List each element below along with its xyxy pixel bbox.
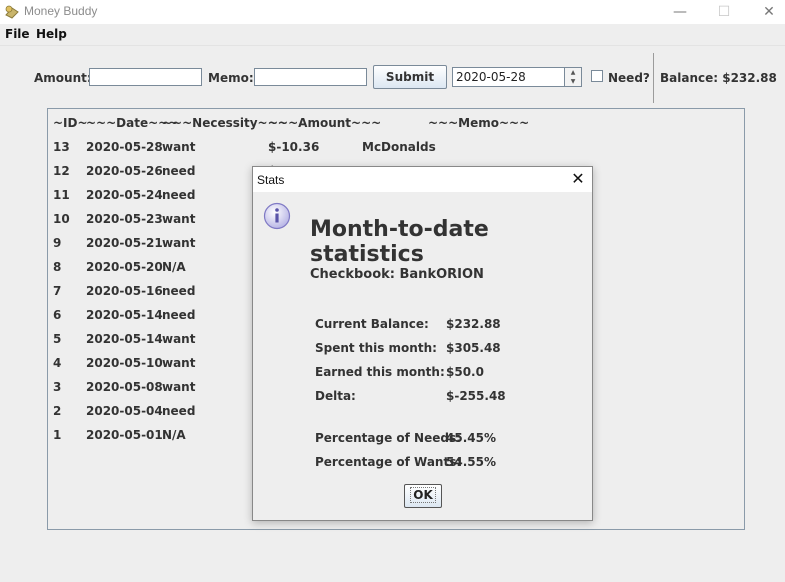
- stat-label: Spent this month:: [315, 341, 437, 355]
- window-title: Money Buddy: [24, 4, 98, 18]
- memo-label: Memo:: [208, 71, 254, 85]
- stat-value: 54.55%: [446, 455, 496, 469]
- cell-date: 2020-05-10: [86, 356, 163, 370]
- dialog-heading: Month-to-date statistics: [310, 217, 489, 267]
- cell-necessity: N/A: [162, 428, 186, 442]
- need-checkbox[interactable]: [591, 70, 603, 82]
- cell-date: 2020-05-20: [86, 260, 163, 274]
- stat-label: Percentage of Wants:: [315, 455, 462, 469]
- cell-necessity: want: [162, 140, 196, 154]
- close-button[interactable]: ✕: [746, 0, 785, 24]
- menu-help[interactable]: Help: [36, 27, 67, 41]
- cell-date: 2020-05-23: [86, 212, 163, 226]
- cell-id: 3: [53, 380, 62, 394]
- cell-necessity: want: [162, 236, 196, 250]
- cell-date: 2020-05-01: [86, 428, 163, 442]
- cell-id: 8: [53, 260, 62, 274]
- cell-necessity: need: [162, 308, 196, 322]
- cell-id: 7: [53, 284, 62, 298]
- cell-id: 2: [53, 404, 62, 418]
- header-id: ~ID~: [53, 116, 88, 130]
- ok-button[interactable]: OK: [404, 484, 442, 508]
- stat-value: $305.48: [446, 341, 501, 355]
- dialog-close-icon[interactable]: ✕: [568, 169, 588, 189]
- info-icon: [263, 202, 291, 230]
- menu-bar: File Help: [0, 24, 785, 46]
- cell-necessity: need: [162, 284, 196, 298]
- cell-amount: $-10.36: [268, 140, 320, 154]
- cell-necessity: want: [162, 332, 196, 346]
- cell-id: 5: [53, 332, 62, 346]
- submit-button[interactable]: Submit: [373, 65, 447, 89]
- stat-label: Earned this month:: [315, 365, 445, 379]
- cell-id: 4: [53, 356, 62, 370]
- cell-memo: McDonalds: [362, 140, 436, 154]
- ok-label: OK: [410, 487, 436, 503]
- cell-necessity: want: [162, 380, 196, 394]
- cell-date: 2020-05-26: [86, 164, 163, 178]
- balance-label: Balance: $232.88: [660, 71, 777, 85]
- date-value[interactable]: 2020-05-28: [456, 70, 526, 84]
- stats-dialog: Stats ✕ Month-to-date statistics Checkbo…: [252, 166, 593, 521]
- spinner-buttons: ▲ ▼: [564, 68, 581, 86]
- cell-necessity: need: [162, 404, 196, 418]
- cell-date: 2020-05-24: [86, 188, 163, 202]
- header-memo: ~~~Memo~~~: [428, 116, 530, 130]
- cell-date: 2020-05-16: [86, 284, 163, 298]
- table-row[interactable]: 13 2020-05-28 want $-10.36 McDonalds: [53, 140, 733, 156]
- stat-value: $232.88: [446, 317, 501, 331]
- cell-necessity: N/A: [162, 260, 186, 274]
- stat-label: Delta:: [315, 389, 356, 403]
- cell-id: 9: [53, 236, 62, 250]
- spinner-down-icon[interactable]: ▼: [565, 77, 581, 86]
- money-icon: [5, 5, 19, 19]
- cell-date: 2020-05-04: [86, 404, 163, 418]
- cell-id: 13: [53, 140, 70, 154]
- stat-label: Percentage of Needs:: [315, 431, 461, 445]
- cell-id: 10: [53, 212, 70, 226]
- cell-date: 2020-05-14: [86, 332, 163, 346]
- table-header: ~ID~ ~~~Date~~~ ~~~Necessity~~~ ~~~Amoun…: [53, 116, 733, 132]
- cell-date: 2020-05-21: [86, 236, 163, 250]
- need-label: Need?: [608, 71, 650, 85]
- amount-input[interactable]: [89, 68, 202, 86]
- title-bar: Money Buddy — ☐ ✕: [0, 0, 785, 24]
- separator: [653, 53, 654, 103]
- amount-label: Amount:: [34, 71, 92, 85]
- dialog-title-bar: Stats ✕: [253, 167, 592, 192]
- cell-necessity: want: [162, 212, 196, 226]
- stat-value: $-255.48: [446, 389, 506, 403]
- cell-necessity: need: [162, 164, 196, 178]
- stat-value: 45.45%: [446, 431, 496, 445]
- menu-file[interactable]: File: [5, 27, 30, 41]
- memo-input[interactable]: [254, 68, 367, 86]
- stat-value: $50.0: [446, 365, 484, 379]
- cell-id: 1: [53, 428, 62, 442]
- maximize-button[interactable]: ☐: [701, 0, 747, 24]
- stat-label: Current Balance:: [315, 317, 429, 331]
- date-spinner[interactable]: 2020-05-28 ▲ ▼: [452, 67, 582, 87]
- dialog-title: Stats: [257, 173, 285, 187]
- cell-necessity: need: [162, 188, 196, 202]
- cell-date: 2020-05-28: [86, 140, 163, 154]
- cell-id: 12: [53, 164, 70, 178]
- cell-date: 2020-05-08: [86, 380, 163, 394]
- cell-id: 6: [53, 308, 62, 322]
- minimize-button[interactable]: —: [657, 0, 703, 24]
- checkbook-name: Checkbook: BankORION: [310, 267, 484, 282]
- cell-id: 11: [53, 188, 70, 202]
- cell-necessity: want: [162, 356, 196, 370]
- cell-date: 2020-05-14: [86, 308, 163, 322]
- header-amount: ~~~Amount~~~: [268, 116, 382, 130]
